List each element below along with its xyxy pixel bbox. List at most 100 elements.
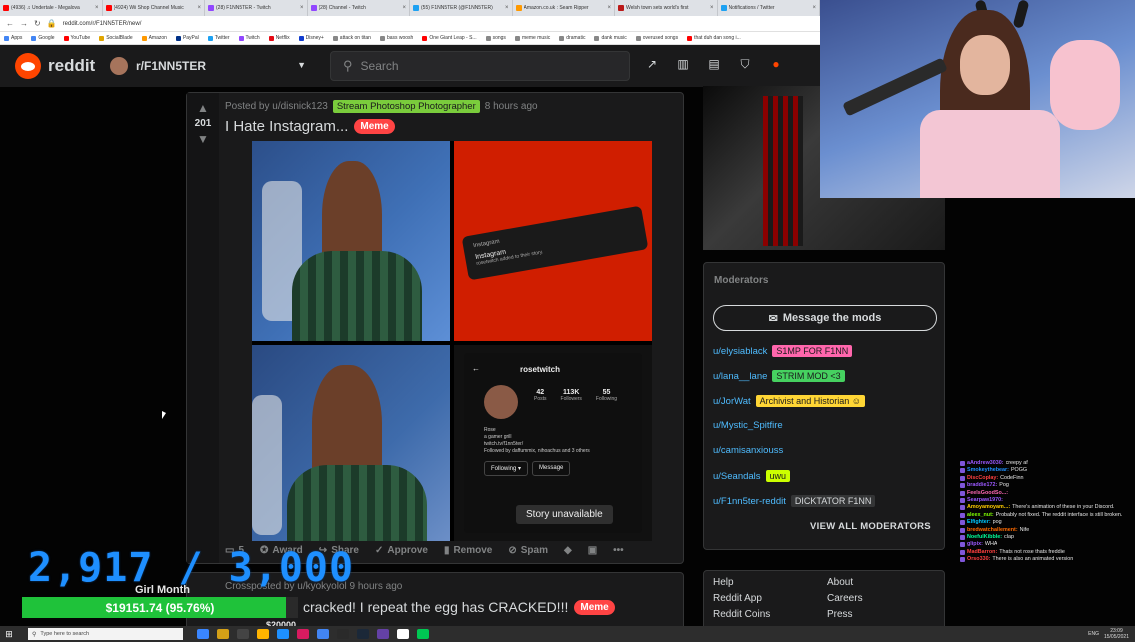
reddit-logo[interactable]: reddit: [15, 53, 95, 79]
close-icon[interactable]: ×: [505, 5, 509, 11]
view-all-moderators-link[interactable]: VIEW ALL MODERATORS: [810, 521, 931, 532]
story-unavailable-toast: Story unavailable: [516, 505, 613, 524]
taskbar-app-icon[interactable]: [417, 629, 429, 639]
author-flair: Stream Photoshop Photographer: [332, 100, 480, 113]
bookmark-item[interactable]: YouTube: [63, 35, 90, 41]
post2-flair[interactable]: Meme: [574, 599, 615, 615]
moderator-username[interactable]: u/JorWat: [713, 396, 751, 407]
close-icon[interactable]: ×: [300, 5, 304, 11]
close-icon[interactable]: ×: [197, 5, 201, 11]
mod-queue-icon[interactable]: ▤: [707, 57, 721, 71]
moderator-username[interactable]: u/camisanxiouss: [713, 445, 783, 456]
post-flair[interactable]: Meme: [354, 119, 395, 134]
bookmark-item[interactable]: Google: [31, 35, 55, 41]
footer-link[interactable]: Reddit Coins: [713, 609, 770, 620]
stats-icon[interactable]: ▥: [676, 57, 690, 71]
post-card[interactable]: ▲ 201 ▼ Posted by u/disnick123 Stream Ph…: [186, 92, 684, 564]
upvote-icon[interactable]: ▲: [197, 101, 209, 115]
windows-start-icon[interactable]: ⊞: [0, 626, 18, 642]
bookmark-item[interactable]: dramatic: [559, 35, 585, 41]
taskbar-app-icon[interactable]: [277, 629, 289, 639]
shield-icon[interactable]: ⛉: [738, 57, 752, 71]
trending-icon[interactable]: ↗: [645, 57, 659, 71]
close-icon[interactable]: ×: [95, 5, 99, 11]
browser-tab[interactable]: Welsh town sets world's first ×: [615, 0, 718, 16]
taskbar-app-icon[interactable]: [397, 629, 409, 639]
bookmark-item[interactable]: Twitter: [207, 35, 230, 41]
taskbar-app-icon[interactable]: [377, 629, 389, 639]
bookmark-item[interactable]: meme music: [514, 35, 550, 41]
browser-tab[interactable]: Amazon.co.uk : Seam Ripper ×: [513, 0, 615, 16]
close-icon[interactable]: ×: [402, 5, 406, 11]
taskbar-app-icon[interactable]: [337, 629, 349, 639]
downvote-icon[interactable]: ▼: [197, 132, 209, 146]
system-tray: ENG 23:09 15/05/2021: [1088, 628, 1129, 640]
moderator-username[interactable]: u/Seandals: [713, 471, 761, 482]
close-icon[interactable]: ×: [710, 5, 714, 11]
bookmark-item[interactable]: Apps: [4, 35, 22, 41]
bookmark-item[interactable]: PayPal: [175, 35, 199, 41]
taskbar-app-icon[interactable]: [297, 629, 309, 639]
language-indicator[interactable]: ENG: [1088, 631, 1099, 637]
back-icon[interactable]: ←: [6, 19, 14, 28]
reload-icon[interactable]: ↻: [34, 19, 41, 28]
bookmark-item[interactable]: Netflix: [268, 35, 290, 41]
photo-panel-happy: [252, 141, 450, 341]
bookmark-item[interactable]: One Giant Leap - S...: [422, 35, 477, 41]
footer-link[interactable]: Careers: [827, 593, 863, 604]
subreddit-dropdown[interactable]: r/F1NN5TER ▼: [110, 53, 310, 79]
bookmark-item[interactable]: songs: [485, 35, 506, 41]
taskbar-app-icon[interactable]: [357, 629, 369, 639]
lock-post-icon[interactable]: ▣: [588, 545, 597, 556]
taskbar-search-input[interactable]: ⚲ Type here to search: [28, 628, 183, 640]
bookmark-item[interactable]: SocialBlade: [99, 35, 133, 41]
bookmark-item[interactable]: overused songs: [635, 35, 678, 41]
post-image[interactable]: Instagram Instagram rosetwitch added to …: [252, 141, 652, 541]
approve-button[interactable]: ✓ Approve: [375, 545, 428, 556]
forward-icon[interactable]: →: [20, 19, 28, 28]
post-time[interactable]: 8 hours ago: [485, 101, 538, 112]
taskbar-app-icon[interactable]: [217, 629, 229, 639]
tag-icon[interactable]: ◆: [564, 545, 572, 556]
post-title[interactable]: I Hate Instagram...: [225, 118, 348, 135]
browser-tab[interactable]: (28) F1NN5TER - Twitch ×: [205, 0, 308, 16]
browser-tab[interactable]: (4936) ♫ Undertale - Megalova ×: [0, 0, 103, 16]
moderator-username[interactable]: u/F1nn5ter-reddit: [713, 496, 786, 507]
bookmark-item[interactable]: dank music: [594, 35, 627, 41]
bookmark-item[interactable]: that duh dan song i...: [687, 35, 741, 41]
post-author[interactable]: Posted by u/disnick123: [225, 101, 328, 112]
browser-tab[interactable]: (28) Channel - Twitch ×: [308, 0, 410, 16]
taskbar-app-icon[interactable]: [257, 629, 269, 639]
moderator-username[interactable]: u/elysiablack: [713, 346, 767, 357]
bookmark-favicon-icon: [422, 35, 428, 41]
browser-tab[interactable]: Notifications / Twitter ×: [718, 0, 820, 16]
spam-button[interactable]: ⊘ Spam: [508, 545, 548, 556]
bookmark-item[interactable]: Disney+: [298, 35, 324, 41]
close-icon[interactable]: ×: [812, 5, 816, 11]
moderator-username[interactable]: u/Mystic_Spitfire: [713, 420, 783, 431]
footer-link[interactable]: Press: [827, 609, 863, 620]
taskbar-app-icon[interactable]: [317, 629, 329, 639]
post2-title[interactable]: cracked! I repeat the egg has CRACKED!!!: [303, 599, 568, 615]
footer-link[interactable]: About: [827, 577, 863, 588]
taskbar-app-icon[interactable]: [197, 629, 209, 639]
close-icon[interactable]: ×: [607, 5, 611, 11]
remove-button[interactable]: ▮ Remove: [444, 545, 492, 556]
search-input[interactable]: ⚲ Search: [330, 51, 630, 81]
bookmark-item[interactable]: attack on titan: [332, 35, 371, 41]
taskbar-app-icon[interactable]: [237, 629, 249, 639]
bookmark-item[interactable]: Amazon: [141, 35, 167, 41]
coins-icon[interactable]: ●: [769, 57, 783, 71]
footer-link[interactable]: Reddit App: [713, 593, 770, 604]
url-text[interactable]: reddit.com/r/F1NN5TER/new/: [63, 21, 142, 27]
browser-tab[interactable]: (4924) Wii Shop Channel Music ×: [103, 0, 205, 16]
message-mods-button[interactable]: ✉ Message the mods: [713, 305, 937, 331]
moderator-username[interactable]: u/lana__lane: [713, 371, 767, 382]
footer-link[interactable]: Help: [713, 577, 770, 588]
bookmark-label: attack on titan: [339, 35, 371, 41]
clock[interactable]: 23:09 15/05/2021: [1104, 628, 1129, 640]
bookmark-item[interactable]: bass woosh: [379, 35, 413, 41]
bookmark-item[interactable]: Twitch: [238, 35, 260, 41]
browser-tab[interactable]: (55) F1NN5TER (@F1NN5TER) ×: [410, 0, 513, 16]
more-options-icon[interactable]: •••: [613, 545, 624, 556]
